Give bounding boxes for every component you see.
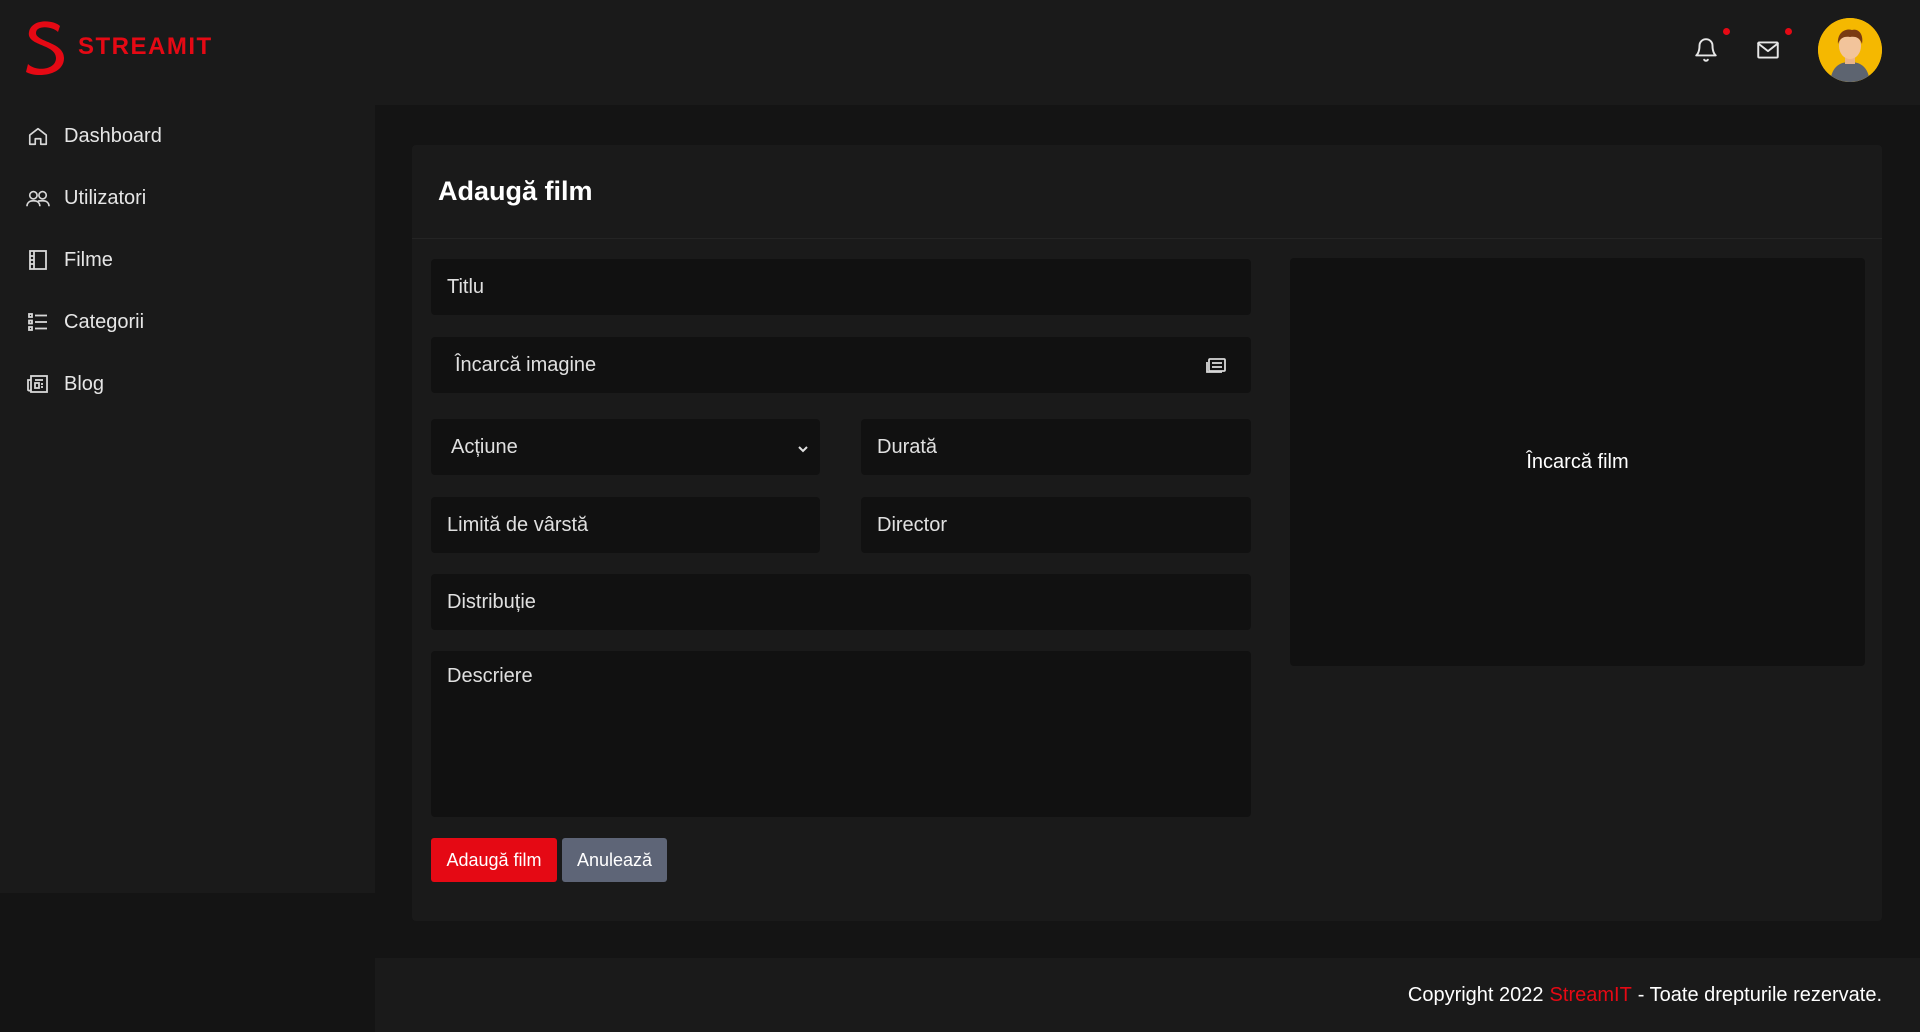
- copyright-suffix: - Toate drepturile rezervate.: [1637, 983, 1882, 1006]
- director-placeholder: Director: [877, 513, 948, 536]
- sidebar-item-dashboard[interactable]: Dashboard: [0, 105, 375, 167]
- category-selected-value: Acțiune: [451, 435, 518, 458]
- title-placeholder: Titlu: [447, 275, 485, 298]
- duration-placeholder: Durată: [877, 435, 938, 458]
- cast-placeholder: Distribuție: [447, 590, 536, 613]
- avatar-icon: [1818, 18, 1882, 82]
- movie-upload-label: Încarcă film: [1526, 450, 1629, 473]
- description-textarea[interactable]: Descriere: [431, 651, 1251, 817]
- footer: Copyright 2022 StreamIT - Toate drepturi…: [375, 958, 1920, 1032]
- top-bar: STREAMIT: [0, 0, 1920, 105]
- brand-name: STREAMIT: [78, 33, 213, 60]
- movie-upload-dropzone[interactable]: Încarcă film: [1290, 258, 1865, 666]
- sidebar-item-label: Blog: [64, 372, 105, 395]
- cast-input[interactable]: Distribuție: [431, 574, 1251, 630]
- add-movie-button[interactable]: Adaugă film: [431, 838, 557, 882]
- description-placeholder: Descriere: [447, 665, 533, 687]
- streamit-logo-icon: [26, 21, 64, 76]
- sidebar: Dashboard Utilizatori Filme Categorii Bl…: [0, 105, 375, 893]
- mail-icon: [1757, 41, 1779, 59]
- image-upload-placeholder: Încarcă imagine: [455, 353, 597, 376]
- age-limit-input[interactable]: Limită de vârstă: [431, 497, 820, 553]
- sidebar-item-categorii[interactable]: Categorii: [0, 291, 375, 353]
- cancel-button[interactable]: Anulează: [562, 838, 667, 882]
- sidebar-item-filme[interactable]: Filme: [0, 229, 375, 291]
- card-header: Adaugă film: [412, 145, 1882, 239]
- notifications-button[interactable]: [1690, 28, 1730, 66]
- gallery-icon[interactable]: [1205, 355, 1227, 381]
- sidebar-item-label: Dashboard: [64, 124, 162, 147]
- copyright-prefix: Copyright 2022: [1407, 983, 1544, 1006]
- message-dot: [1785, 28, 1792, 35]
- film-icon: [26, 248, 50, 272]
- sidebar-item-blog[interactable]: Blog: [0, 353, 375, 415]
- duration-input[interactable]: Durată: [861, 419, 1251, 475]
- sidebar-item-label: Utilizatori: [64, 186, 147, 209]
- users-icon: [26, 186, 50, 210]
- logo[interactable]: STREAMIT: [24, 18, 213, 76]
- image-upload-input[interactable]: Încarcă imagine: [431, 337, 1251, 393]
- add-movie-card: Adaugă film Titlu Încarcă imagine Acțiun…: [412, 145, 1882, 921]
- home-icon: [26, 124, 50, 148]
- messages-button[interactable]: [1752, 28, 1792, 66]
- sidebar-item-label: Filme: [64, 248, 113, 271]
- newspaper-icon: [26, 372, 50, 396]
- page-title: Adaugă film: [438, 176, 593, 206]
- title-input[interactable]: Titlu: [431, 259, 1251, 315]
- notification-dot: [1723, 28, 1730, 35]
- user-avatar[interactable]: [1818, 18, 1882, 82]
- sidebar-item-utilizatori[interactable]: Utilizatori: [0, 167, 375, 229]
- age-limit-placeholder: Limită de vârstă: [447, 513, 589, 536]
- footer-brand-link[interactable]: StreamIT: [1550, 984, 1632, 1007]
- sidebar-item-label: Categorii: [64, 310, 145, 333]
- list-icon: [26, 310, 50, 334]
- bell-icon: [1695, 38, 1717, 62]
- director-input[interactable]: Director: [861, 497, 1251, 553]
- chevron-down-icon: [796, 439, 810, 462]
- category-select[interactable]: Acțiune: [431, 419, 820, 475]
